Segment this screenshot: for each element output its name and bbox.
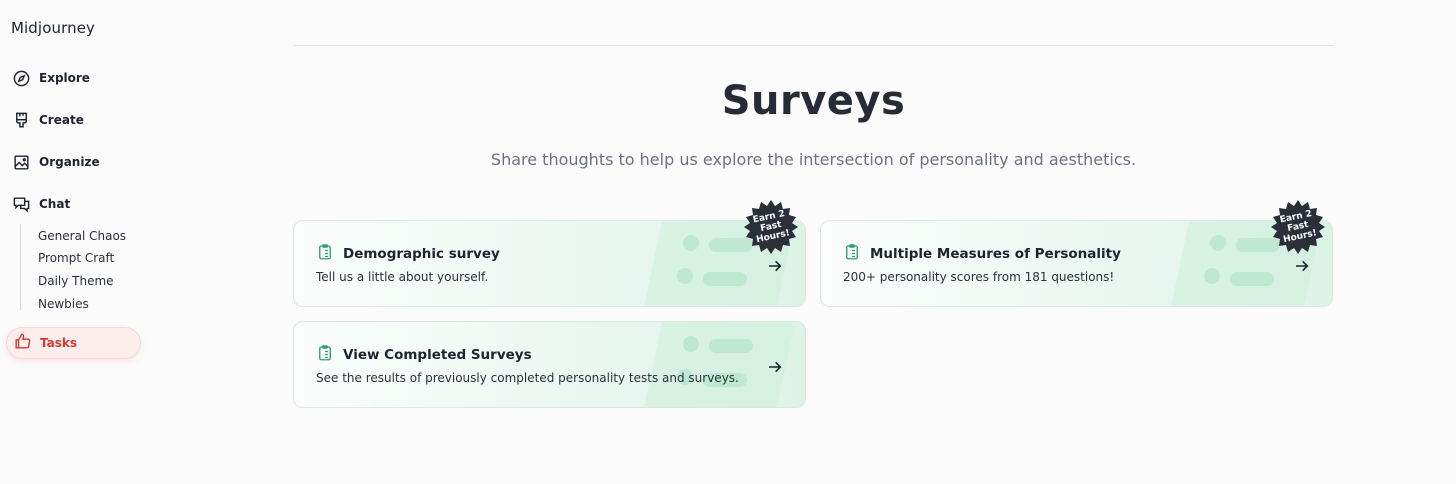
badge-text: Earn 2 Fast Hours! xyxy=(752,208,791,246)
card-title-row: View Completed Surveys xyxy=(316,344,532,366)
survey-card-personality[interactable]: Multiple Measures of Personality 200+ pe… xyxy=(820,220,1333,307)
earn-fast-hours-badge: Earn 2 Fast Hours! xyxy=(1270,199,1326,255)
channel-general-chaos[interactable]: General Chaos xyxy=(38,229,126,243)
chat-bubbles-icon xyxy=(12,195,31,214)
clipboard-list-icon xyxy=(316,344,334,366)
clipboard-list-icon xyxy=(843,243,861,265)
survey-card-completed[interactable]: View Completed Surveys See the results o… xyxy=(293,321,806,408)
badge-text: Earn 2 Fast Hours! xyxy=(1279,208,1318,246)
card-title: View Completed Surveys xyxy=(343,347,532,363)
thumbs-up-icon xyxy=(13,332,32,354)
card-description: See the results of previously completed … xyxy=(316,371,739,385)
arrow-right-icon xyxy=(769,361,782,373)
channel-list-rail xyxy=(20,224,21,310)
channel-daily-theme[interactable]: Daily Theme xyxy=(38,274,114,288)
nav-tasks[interactable]: Tasks xyxy=(6,327,141,359)
channel-newbies[interactable]: Newbies xyxy=(38,297,89,311)
nav-explore-label: Explore xyxy=(39,71,90,85)
card-title-row: Multiple Measures of Personality xyxy=(843,243,1121,265)
arrow-right-icon xyxy=(1296,260,1309,272)
card-title: Multiple Measures of Personality xyxy=(870,246,1121,262)
earn-fast-hours-badge: Earn 2 Fast Hours! xyxy=(743,199,799,255)
image-icon xyxy=(12,153,31,172)
nav-explore[interactable]: Explore xyxy=(12,67,90,89)
nav-organize[interactable]: Organize xyxy=(12,151,100,173)
page-subtitle: Share thoughts to help us explore the in… xyxy=(490,150,1137,169)
card-title: Demographic survey xyxy=(343,246,500,262)
nav-organize-label: Organize xyxy=(39,155,100,169)
card-description: 200+ personality scores from 181 questio… xyxy=(843,270,1115,284)
nav-chat[interactable]: Chat xyxy=(12,193,70,215)
brush-icon xyxy=(12,111,31,130)
clipboard-list-icon xyxy=(316,243,334,265)
card-description: Tell us a little about yourself. xyxy=(316,270,489,284)
survey-card-demographic[interactable]: Demographic survey Tell us a little abou… xyxy=(293,220,806,307)
compass-icon xyxy=(12,69,31,88)
card-title-row: Demographic survey xyxy=(316,243,500,265)
page-title: Surveys xyxy=(721,78,906,124)
channel-prompt-craft[interactable]: Prompt Craft xyxy=(38,251,114,265)
header-divider xyxy=(293,45,1334,46)
nav-create[interactable]: Create xyxy=(12,109,84,131)
nav-chat-label: Chat xyxy=(39,197,71,211)
nav-tasks-label: Tasks xyxy=(40,336,78,350)
arrow-right-icon xyxy=(769,260,782,272)
app-logo-text[interactable]: Midjourney xyxy=(11,19,95,37)
nav-create-label: Create xyxy=(39,113,84,127)
